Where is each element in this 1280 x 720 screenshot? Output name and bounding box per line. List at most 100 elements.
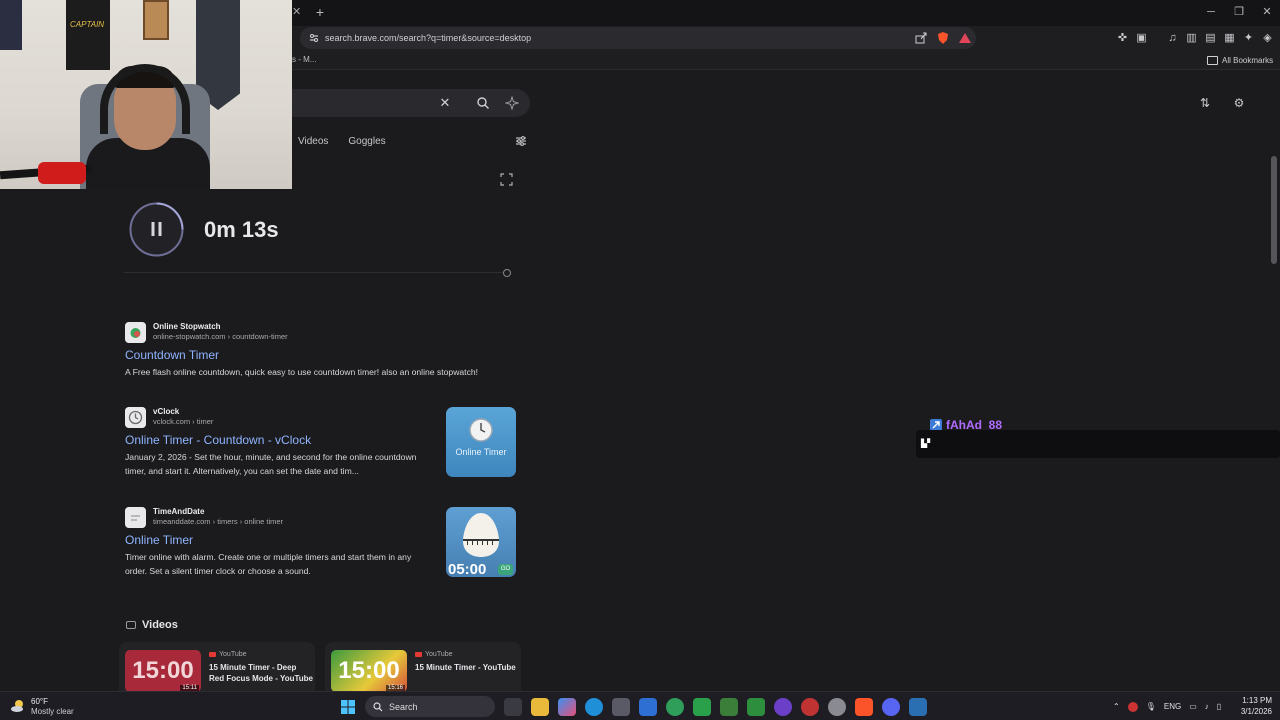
extension-puzzle-icon[interactable]: ✜ xyxy=(1116,30,1129,46)
settings-app-icon[interactable] xyxy=(828,697,846,716)
taskbar-search[interactable]: Search xyxy=(365,696,495,717)
clear-search-icon[interactable]: ✕ xyxy=(438,96,452,110)
vpn-icon[interactable]: ▦ xyxy=(1223,30,1236,46)
new-tab-button[interactable]: + xyxy=(313,4,327,20)
tray-overflow-icon[interactable]: ⌃ xyxy=(1113,702,1120,711)
video-thumbnail[interactable]: 15:00 15:11 xyxy=(125,650,201,691)
tab-videos[interactable]: Videos xyxy=(298,135,328,149)
wall-poster xyxy=(0,0,22,50)
terminal-icon[interactable] xyxy=(720,697,738,716)
taskbar: 60°F Mostly clear Search ⌃ 🎙 ENG ▭ ♪ ▯ 1… xyxy=(0,691,1280,720)
minimize-icon[interactable]: ─ xyxy=(1204,4,1218,20)
pycharm-icon[interactable] xyxy=(693,697,711,716)
url-text[interactable]: search.brave.com/search?q=timer&source=d… xyxy=(325,31,531,45)
result-site-url[interactable]: online-stopwatch.com › countdown-timer xyxy=(153,332,288,342)
obs-icon[interactable] xyxy=(774,697,792,716)
file-explorer-icon[interactable] xyxy=(531,697,549,716)
tray-app-icon[interactable] xyxy=(1127,701,1138,712)
video-source: YouTube xyxy=(209,650,247,659)
battery-icon[interactable]: ▯ xyxy=(1217,702,1221,711)
result-thumbnail[interactable]: Online Timer xyxy=(446,407,516,477)
timer-divider xyxy=(124,272,504,273)
snipping-tool-icon[interactable] xyxy=(909,697,927,716)
store-icon[interactable] xyxy=(612,697,630,716)
youtube-icon xyxy=(415,652,422,657)
result-title-link[interactable]: Online Timer - Countdown - vClock xyxy=(125,433,311,448)
app-arrow-icon[interactable] xyxy=(747,697,765,716)
chat-overlay: fAhAd_88 ▙▘ xyxy=(916,415,1280,459)
address-bar[interactable]: search.brave.com/search?q=timer&source=d… xyxy=(300,27,976,49)
settings-gear-icon[interactable]: ⚙ xyxy=(1232,95,1246,111)
close-window-icon[interactable]: ✕ xyxy=(1260,4,1274,20)
pause-button[interactable] xyxy=(128,201,185,258)
videos-header-label: Videos xyxy=(142,619,178,631)
timer-info-icon[interactable] xyxy=(503,269,511,277)
youtube-icon xyxy=(209,652,216,657)
timer-readout: 0m 13s xyxy=(204,217,279,242)
video-title[interactable]: 15 Minute Timer - Deep Red Focus Mode - … xyxy=(209,662,313,684)
extension-box-icon[interactable]: ▣ xyxy=(1135,30,1148,46)
all-bookmarks-label: All Bookmarks xyxy=(1222,55,1274,65)
tab-goggles[interactable]: Goggles xyxy=(348,135,385,149)
toolbar-spacer xyxy=(1154,30,1160,46)
system-clock[interactable]: 1:13 PM 3/1/2026 xyxy=(1232,695,1272,719)
ai-assist-icon[interactable] xyxy=(505,96,519,110)
result-site-url[interactable]: timeanddate.com › timers › online timer xyxy=(153,517,283,527)
weather-condition: Mostly clear xyxy=(31,707,74,716)
share-icon[interactable] xyxy=(914,31,928,45)
online-stopwatch-favicon xyxy=(125,322,146,343)
music-icon[interactable]: ♫ xyxy=(1166,30,1179,46)
timeanddate-favicon xyxy=(125,507,146,528)
weather-temp: 60°F xyxy=(31,697,48,706)
brave-rewards-icon[interactable] xyxy=(958,31,972,45)
search-type-tabs: Videos Goggles xyxy=(298,135,386,149)
search-result: TimeAndDate timeanddate.com › timers › o… xyxy=(125,507,517,579)
brave-shields-icon[interactable] xyxy=(936,31,950,45)
clock-time: 1:13 PM xyxy=(1242,696,1272,705)
thumbnail-caption: 05:00 xyxy=(448,561,487,577)
search-icon[interactable] xyxy=(476,96,490,110)
wallet-icon[interactable]: ▤ xyxy=(1204,30,1217,46)
microphone-icon[interactable]: 🎙 xyxy=(1146,702,1156,711)
video-title[interactable]: 15 Minute Timer - YouTube xyxy=(415,662,519,673)
mail-icon[interactable] xyxy=(639,697,657,716)
result-thumbnail[interactable]: 05:00 GO xyxy=(446,507,516,577)
copilot-icon[interactable] xyxy=(558,697,576,716)
scrollbar-thumb[interactable] xyxy=(1271,156,1277,264)
brave-browser-icon[interactable] xyxy=(855,697,873,716)
fullscreen-expand-icon[interactable] xyxy=(500,173,513,186)
video-card[interactable]: 15:00 15:11 YouTube 15 Minute Timer - De… xyxy=(119,642,315,691)
emote-icon: ▙▘ xyxy=(921,439,934,448)
result-site-url[interactable]: vclock.com › timer xyxy=(153,417,213,427)
discord-icon[interactable] xyxy=(882,697,900,716)
upwork-icon[interactable] xyxy=(666,697,684,716)
video-thumbnail[interactable]: 15:00 15:16 xyxy=(331,650,407,691)
windows-start-icon[interactable] xyxy=(340,699,356,715)
bookmark-item[interactable]: s - M... xyxy=(292,53,316,67)
video-thumbnail-text: 15:00 xyxy=(132,657,194,684)
video-source: YouTube xyxy=(415,650,453,659)
video-card[interactable]: 15:00 15:16 YouTube 15 Minute Timer - Yo… xyxy=(325,642,521,691)
video-thumbnail-text: 15:00 xyxy=(338,657,400,684)
task-view-icon[interactable] xyxy=(504,697,522,716)
result-title-link[interactable]: Countdown Timer xyxy=(125,348,219,363)
search-box[interactable]: ✕ xyxy=(292,89,530,117)
videos-section-header: Videos xyxy=(126,618,178,632)
sidebar-icon[interactable]: ▥ xyxy=(1185,30,1198,46)
tab-close-icon[interactable]: ✕ xyxy=(292,5,302,19)
filter-icon[interactable] xyxy=(514,134,528,148)
recording-app-icon[interactable] xyxy=(801,697,819,716)
all-bookmarks-button[interactable]: All Bookmarks xyxy=(1207,53,1273,67)
edge-icon[interactable] xyxy=(585,697,603,716)
leo-ai-icon[interactable]: ✦ xyxy=(1242,30,1255,46)
clock-date: 3/1/2026 xyxy=(1240,707,1272,716)
weather-widget[interactable]: 60°F Mostly clear xyxy=(10,695,90,718)
maximize-icon[interactable]: ❐ xyxy=(1232,4,1246,20)
shield-outline-icon[interactable]: ◈ xyxy=(1261,30,1274,46)
layout-toggle-icon[interactable]: ⇅ xyxy=(1198,95,1212,111)
network-icon[interactable]: ▭ xyxy=(1189,702,1197,711)
volume-icon[interactable]: ♪ xyxy=(1205,702,1209,711)
result-title-link[interactable]: Online Timer xyxy=(125,533,193,548)
site-settings-icon[interactable] xyxy=(308,32,320,44)
language-indicator[interactable]: ENG xyxy=(1164,702,1181,711)
